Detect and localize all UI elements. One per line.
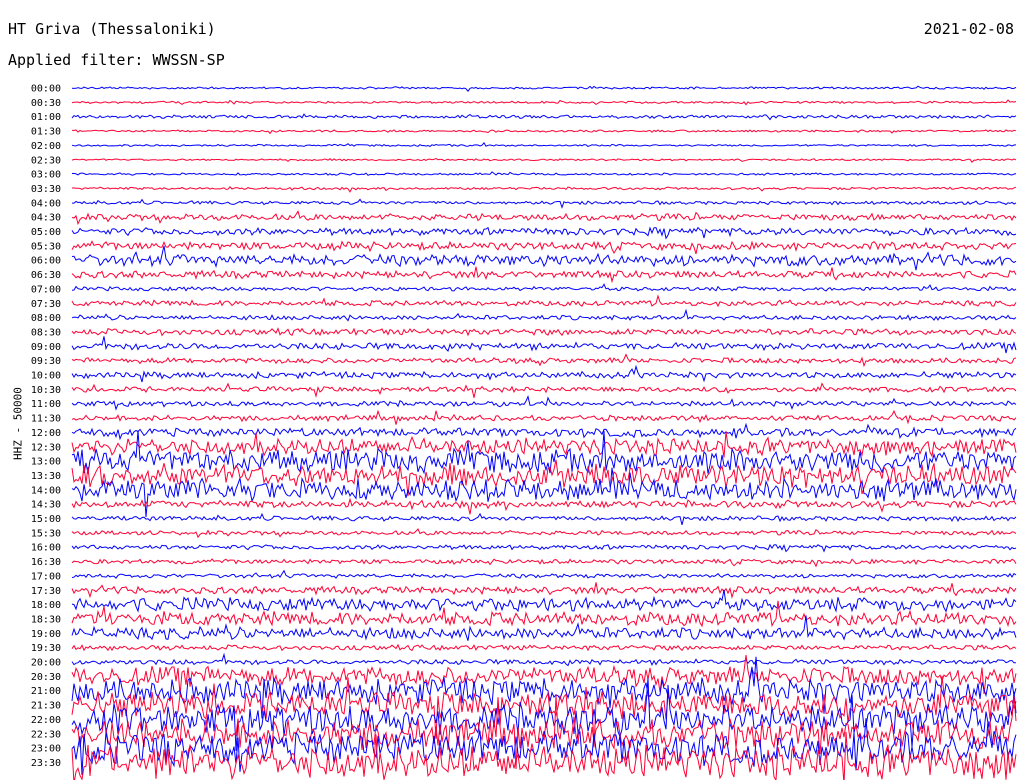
trace-1000	[71, 364, 1017, 383]
time-label-0300: 03:00	[31, 170, 61, 181]
time-label-1000: 10:00	[31, 371, 61, 382]
time-label-1300: 13:00	[31, 457, 61, 468]
trace-1100	[71, 395, 1017, 411]
time-label-2330: 23:30	[31, 758, 61, 769]
trace-0430	[71, 210, 1017, 226]
trace-0500	[71, 226, 1017, 240]
time-label-2230: 22:30	[31, 729, 61, 740]
trace-0100	[71, 113, 1017, 121]
time-label-0100: 01:00	[31, 112, 61, 123]
time-label-0230: 02:30	[31, 155, 61, 166]
time-label-0700: 07:00	[31, 284, 61, 295]
time-label-layer: 00:00 00:30 01:00 01:30 02:00 02:30 03:00 03:30…	[31, 84, 61, 769]
trace-0230	[71, 157, 1017, 163]
time-label-1930: 19:30	[31, 643, 61, 654]
time-label-0200: 02:00	[31, 141, 61, 152]
time-label-0600: 06:00	[31, 256, 61, 267]
trace-0900	[71, 336, 1017, 354]
time-label-0830: 08:30	[31, 327, 61, 338]
time-label-0800: 08:00	[31, 313, 61, 324]
time-label-1430: 14:30	[31, 500, 61, 511]
trace-1630	[71, 558, 1017, 568]
time-label-0500: 05:00	[31, 227, 61, 238]
time-label-0900: 09:00	[31, 342, 61, 353]
time-label-1500: 15:00	[31, 514, 61, 525]
trace-0700	[71, 283, 1017, 292]
time-label-2300: 23:00	[31, 744, 61, 755]
time-label-1230: 12:30	[31, 442, 61, 453]
time-label-0130: 01:30	[31, 127, 61, 138]
trace-1430	[71, 497, 1017, 515]
trace-0000	[71, 85, 1017, 93]
time-label-1100: 11:00	[31, 399, 61, 410]
trace-0030	[71, 99, 1017, 106]
time-label-0630: 06:30	[31, 270, 61, 281]
trace-1700	[71, 569, 1017, 579]
time-label-2100: 21:00	[31, 686, 61, 697]
trace-1030	[71, 382, 1017, 399]
trace-0530	[71, 240, 1017, 255]
trace-0330	[71, 186, 1017, 193]
trace-0400	[72, 198, 1017, 209]
time-label-0000: 00:00	[31, 84, 61, 95]
time-label-1800: 18:00	[31, 600, 61, 611]
time-label-2030: 20:30	[31, 672, 61, 683]
time-label-1730: 17:30	[31, 586, 61, 597]
trace-1530	[71, 528, 1017, 539]
trace-layer	[71, 85, 1017, 780]
time-label-0730: 07:30	[31, 299, 61, 310]
trace-0730	[71, 294, 1017, 308]
time-label-1830: 18:30	[31, 614, 61, 625]
trace-0300	[71, 171, 1017, 176]
trace-1600	[71, 543, 1017, 553]
trace-0800	[71, 308, 1017, 322]
time-label-1330: 13:30	[31, 471, 61, 482]
trace-2000	[71, 652, 1016, 667]
trace-1130	[71, 409, 1017, 425]
time-label-0400: 04:00	[31, 198, 61, 209]
time-label-0430: 04:30	[31, 213, 61, 224]
time-label-1700: 17:00	[31, 571, 61, 582]
trace-1500	[71, 512, 1017, 526]
time-label-0530: 05:30	[31, 241, 61, 252]
trace-0630	[71, 266, 1017, 284]
trace-0130	[71, 129, 1017, 135]
trace-1730	[71, 582, 1017, 600]
time-label-1400: 14:00	[31, 485, 61, 496]
trace-0930	[71, 353, 1017, 368]
time-label-0030: 00:30	[31, 98, 61, 109]
time-label-2200: 22:00	[31, 715, 61, 726]
time-label-1900: 19:00	[31, 629, 61, 640]
time-label-1630: 16:30	[31, 557, 61, 568]
time-label-0330: 03:30	[31, 184, 61, 195]
trace-1900	[71, 615, 1017, 641]
time-label-1200: 12:00	[31, 428, 61, 439]
trace-0200	[71, 142, 1017, 147]
time-label-1530: 15:30	[31, 528, 61, 539]
trace-0600	[71, 245, 1017, 271]
time-label-1030: 10:30	[31, 385, 61, 396]
time-label-2000: 20:00	[31, 658, 61, 669]
time-label-0930: 09:30	[31, 356, 61, 367]
helicorder-plot: 00:00 00:30 01:00 01:30 02:00 02:30 03:00 03:30…	[31, 84, 1017, 780]
trace-0830	[71, 327, 1017, 337]
time-label-2130: 21:30	[31, 701, 61, 712]
trace-1200	[71, 422, 1017, 441]
time-label-1130: 11:30	[31, 414, 61, 425]
trace-1930	[71, 643, 1017, 652]
time-label-1600: 16:00	[31, 543, 61, 554]
